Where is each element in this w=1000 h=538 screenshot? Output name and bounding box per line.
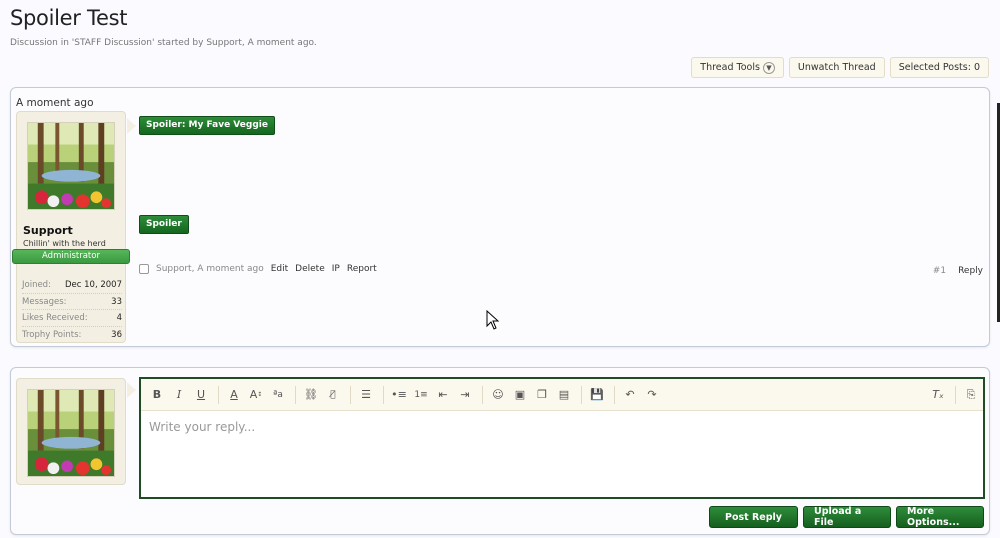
- username[interactable]: Support: [23, 224, 73, 237]
- mouse-cursor-icon: [486, 310, 500, 330]
- post-actions-right: #1 Reply: [933, 266, 983, 276]
- spoiler-button-veggie[interactable]: Spoiler: My Fave Veggie: [139, 116, 275, 135]
- toggle-bbcode-icon[interactable]: ⎘: [961, 386, 981, 404]
- reply-placeholder[interactable]: Write your reply...: [141, 411, 983, 443]
- unlink-icon[interactable]: ⛓̸: [323, 386, 343, 404]
- reply-avatar-box: [16, 378, 126, 485]
- thread-title: Spoiler Test: [10, 6, 128, 30]
- post: A moment ago Support Chillin' with the h…: [10, 87, 990, 347]
- font-color-icon[interactable]: A: [224, 386, 244, 404]
- upload-file-button[interactable]: Upload a File: [803, 506, 891, 528]
- post-number-link[interactable]: #1: [933, 266, 946, 276]
- post-date: A moment ago: [16, 97, 94, 109]
- remove-format-icon[interactable]: Tₓ: [928, 386, 948, 404]
- reply-link[interactable]: Reply: [958, 266, 983, 276]
- bold-icon[interactable]: B: [147, 386, 167, 404]
- unwatch-thread-button[interactable]: Unwatch Thread: [788, 57, 885, 78]
- insert-icon[interactable]: ▤: [554, 386, 574, 404]
- underline-icon[interactable]: U: [191, 386, 211, 404]
- user-stats: Joined: Dec 10, 2007 Messages: 33 Likes …: [22, 277, 122, 343]
- quick-reply: B I U A A ↕ ªa ⛓ ⛓̸ ☰ •≡ 1≡ ⇤ ⇥ ☺ ▣ ❐ ▤ 💾…: [10, 367, 990, 535]
- media-icon[interactable]: ❐: [532, 386, 552, 404]
- ip-link[interactable]: IP: [332, 264, 340, 274]
- report-link[interactable]: Report: [347, 264, 377, 274]
- link-icon[interactable]: ⛓: [301, 386, 321, 404]
- smiley-icon[interactable]: ☺: [488, 386, 508, 404]
- more-options-button[interactable]: More Options...: [896, 506, 984, 528]
- numbered-list-icon[interactable]: 1≡: [411, 386, 431, 404]
- userblock-arrow: [127, 118, 136, 134]
- outdent-icon[interactable]: ⇤: [433, 386, 453, 404]
- post-author-time[interactable]: Support, A moment ago: [156, 264, 264, 274]
- thread-subtitle: Discussion in 'STAFF Discussion' started…: [10, 38, 317, 48]
- align-icon[interactable]: ☰: [356, 386, 376, 404]
- user-badge: Administrator: [12, 249, 130, 264]
- reply-editor[interactable]: B I U A A ↕ ªa ⛓ ⛓̸ ☰ •≡ 1≡ ⇤ ⇥ ☺ ▣ ❐ ▤ 💾…: [139, 377, 985, 499]
- chevron-down-icon: ▼: [762, 61, 775, 74]
- reply-arrow: [127, 382, 136, 398]
- select-post-checkbox[interactable]: [139, 264, 149, 274]
- user-info: Support Chillin' with the herd Administr…: [12, 111, 130, 343]
- save-draft-icon[interactable]: 💾: [587, 386, 607, 404]
- thread-tools-button[interactable]: Thread Tools ▼: [691, 57, 784, 78]
- edit-link[interactable]: Edit: [271, 264, 288, 274]
- delete-link[interactable]: Delete: [295, 264, 325, 274]
- undo-icon[interactable]: ↶: [620, 386, 640, 404]
- reply-actions: Post Reply Upload a File More Options...: [709, 506, 984, 528]
- indent-icon[interactable]: ⇥: [455, 386, 475, 404]
- thread-tools-label: Thread Tools: [700, 62, 760, 73]
- stat-row-messages: Messages: 33: [22, 294, 122, 310]
- font-size-icon[interactable]: A ↕: [246, 386, 266, 404]
- editor-toolbar: B I U A A ↕ ªa ⛓ ⛓̸ ☰ •≡ 1≡ ⇤ ⇥ ☺ ▣ ❐ ▤ 💾…: [141, 379, 983, 411]
- avatar[interactable]: [27, 389, 115, 477]
- italic-icon[interactable]: I: [169, 386, 189, 404]
- thread-toolbar: Thread Tools ▼ Unwatch Thread Selected P…: [691, 57, 989, 78]
- font-family-icon[interactable]: ªa: [268, 386, 288, 404]
- stat-row-joined: Joined: Dec 10, 2007: [22, 277, 122, 294]
- stat-row-trophy: Trophy Points: 36: [22, 329, 122, 340]
- bullet-list-icon[interactable]: •≡: [389, 386, 409, 404]
- redo-icon[interactable]: ↷: [642, 386, 662, 404]
- post-meta: Support, A moment ago Edit Delete IP Rep…: [139, 264, 377, 274]
- selected-posts-button[interactable]: Selected Posts: 0: [889, 57, 989, 78]
- user-title: Chillin' with the herd: [23, 239, 106, 248]
- avatar[interactable]: [27, 122, 115, 210]
- stat-row-likes: Likes Received: 4: [22, 310, 122, 327]
- image-icon[interactable]: ▣: [510, 386, 530, 404]
- spoiler-button[interactable]: Spoiler: [139, 215, 189, 234]
- post-reply-button[interactable]: Post Reply: [709, 506, 798, 528]
